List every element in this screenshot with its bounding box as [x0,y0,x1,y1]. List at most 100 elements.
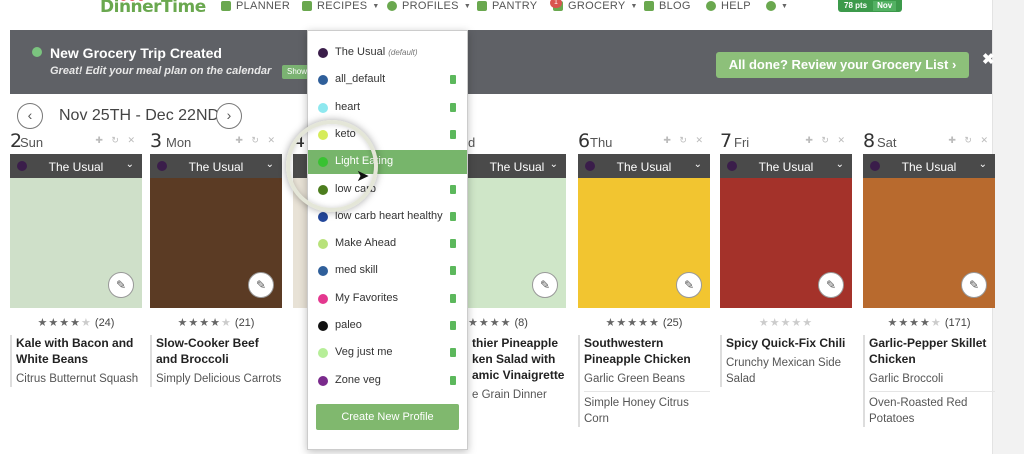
pencil-icon[interactable]: ✎ [532,272,558,298]
day-actions-icon[interactable]: ✚ ↻ ✕ [948,135,991,146]
day-number: 4 [293,130,306,152]
trash-icon[interactable] [450,239,456,249]
pencil-icon[interactable]: ✎ [248,272,274,298]
recipe-main-dish[interactable]: Kale with Bacon and White Beans [16,335,142,367]
pencil-icon[interactable]: ✎ [676,272,702,298]
profile-item[interactable]: heart [308,96,467,120]
profile-item[interactable]: The Usual (default) [308,41,467,65]
gear-icon [766,1,776,11]
profile-color-dot [318,239,328,250]
nav-pantry-label: PANTRY [492,0,538,12]
profile-item[interactable]: all_default [308,68,467,92]
day-actions-icon[interactable]: ✚ ↻ ✕ [663,135,706,146]
trash-icon[interactable] [450,102,456,112]
recipe-side-dish[interactable]: Citrus Butternut Squash [16,371,142,387]
recipe-main-dish[interactable]: thier Pineapple ken Salad with amic Vina… [472,335,566,383]
day-actions-icon[interactable]: ✚ ↻ ✕ [805,135,848,146]
trash-icon[interactable] [450,321,456,330]
dinnertime-logo[interactable]: ● ● ● DinnerTime [100,0,206,17]
profile-item[interactable]: keto [308,123,467,147]
trash-icon[interactable] [450,293,456,303]
profile-item[interactable]: Light Eating [308,150,467,175]
recipe-photo[interactable]: ✎ [578,178,710,308]
profile-item[interactable]: low carb [308,178,467,202]
profile-item-label: My Favorites [335,291,398,304]
profile-item[interactable]: med skill [308,259,467,283]
prev-week-button[interactable]: ‹ [17,103,43,129]
profile-item[interactable]: paleo [308,314,467,338]
nav-recipes[interactable]: RECIPES ▼ [302,0,380,12]
profile-item[interactable]: Zone veg [308,369,467,393]
day-name: Thu [590,135,613,150]
close-icon[interactable]: ✖ [982,50,995,68]
profile-item[interactable]: Make Ahead [308,232,467,256]
recipe-main-dish[interactable]: Garlic-Pepper Skillet Chicken [869,335,995,367]
day-column: 3 Mon ✚ ↻ ✕ The Usual ⌄ ✎ ★★★★★ (21) Slo… [150,130,282,387]
day-name: Sun [20,135,44,150]
trash-icon[interactable] [450,375,456,385]
star-rating[interactable]: ★★★★★ [178,317,232,329]
nav-blog[interactable]: BLOG [644,0,691,12]
logo-plate-icon: ● ● ● [120,0,145,2]
star-rating[interactable]: ★★★★★ [759,317,813,329]
nav-planner[interactable]: PLANNER [221,0,290,12]
nav-profiles[interactable]: PROFILES ▼ [387,0,471,12]
recipe-main-dish[interactable]: Spicy Quick-Fix Chili [726,335,852,351]
create-new-profile-button[interactable]: Create New Profile [316,404,459,430]
review-grocery-list-button[interactable]: All done? Review your Grocery List › [716,52,969,78]
pencil-icon[interactable]: ✎ [108,272,134,298]
nav-help[interactable]: HELP [706,0,751,12]
recipe-side-dish[interactable]: e Grain Dinner [472,387,566,403]
recipe-main-dish[interactable]: Slow-Cooker Beef and Broccoli [156,335,282,367]
profile-item-label: all_default [335,73,386,86]
recipe-block: Southwestern Pineapple Chicken Garlic Gr… [578,335,710,427]
next-week-button[interactable]: › [216,103,242,129]
star-rating[interactable]: ★★★★★ [606,317,660,329]
pencil-icon[interactable]: ✎ [818,272,844,298]
points-badge: 78 pts Nov [838,0,903,12]
recipe-block: Garlic-Pepper Skillet Chicken Garlic Bro… [863,335,995,427]
day-profile-selector[interactable]: The Usual ⌄ [10,154,142,178]
banner-subtitle: Great! Edit your meal plan on the calend… [50,65,272,77]
profile-label: The Usual [616,160,672,174]
nav-pantry[interactable]: PANTRY [477,0,537,12]
day-column: 7 Fri ✚ ↻ ✕ The Usual ⌄ ✎ ★★★★★ Spicy Qu… [720,130,852,387]
recipe-side-dish[interactable]: Simple Honey Citrus Corn [584,391,710,427]
trash-icon[interactable] [450,75,456,85]
blog-icon [644,1,654,11]
recipe-side-dish[interactable]: Garlic Green Beans [584,371,710,387]
star-rating[interactable]: ★★★★★ [887,317,941,329]
profile-item[interactable]: My Favorites [308,287,467,311]
star-rating[interactable]: ★★★★★ [38,317,92,329]
profile-color-dot [318,375,328,386]
recipe-side-dish[interactable]: Crunchy Mexican Side Salad [726,355,852,387]
rating-count: (25) [662,317,683,329]
recipe-main-dish[interactable]: Southwestern Pineapple Chicken [584,335,710,367]
recipe-photo[interactable]: ✎ [10,178,142,308]
date-range: Nov 25TH - Dec 22ND [59,107,220,124]
day-actions-icon[interactable]: ✚ ↻ ✕ [235,135,278,146]
trash-icon[interactable] [450,211,456,221]
recipe-photo[interactable]: ✎ [468,178,566,308]
day-profile-selector[interactable]: The Usual ⌄ [578,154,710,178]
recipe-side-dish[interactable]: Garlic Broccoli [869,371,995,387]
recipe-side-dish[interactable]: Simply Delicious Carrots [156,371,282,387]
nav-grocery[interactable]: GROCERY ▼ [553,0,638,12]
profile-item[interactable]: low carb heart healthy [308,205,467,229]
trash-icon[interactable] [450,184,456,194]
recipe-photo[interactable]: ✎ [720,178,852,308]
day-actions-icon[interactable]: ✚ ↻ ✕ [95,135,138,146]
trash-icon[interactable] [450,266,456,276]
trash-icon[interactable] [450,348,456,358]
recipe-photo[interactable]: ✎ [863,178,995,308]
trash-icon[interactable] [450,129,456,139]
day-profile-selector[interactable]: The Usual ⌄ [863,154,995,178]
recipe-side-dish[interactable]: Oven-Roasted Red Potatoes [869,391,995,427]
nav-settings[interactable]: ▼ [766,0,788,12]
pencil-icon[interactable]: ✎ [961,272,987,298]
profile-item[interactable]: Veg just me [308,341,467,365]
day-profile-selector[interactable]: The Usual ⌄ [720,154,852,178]
recipe-photo[interactable]: ✎ [150,178,282,308]
day-profile-selector[interactable]: The Usual ⌄ [150,154,282,178]
points-month: Nov [873,1,897,11]
